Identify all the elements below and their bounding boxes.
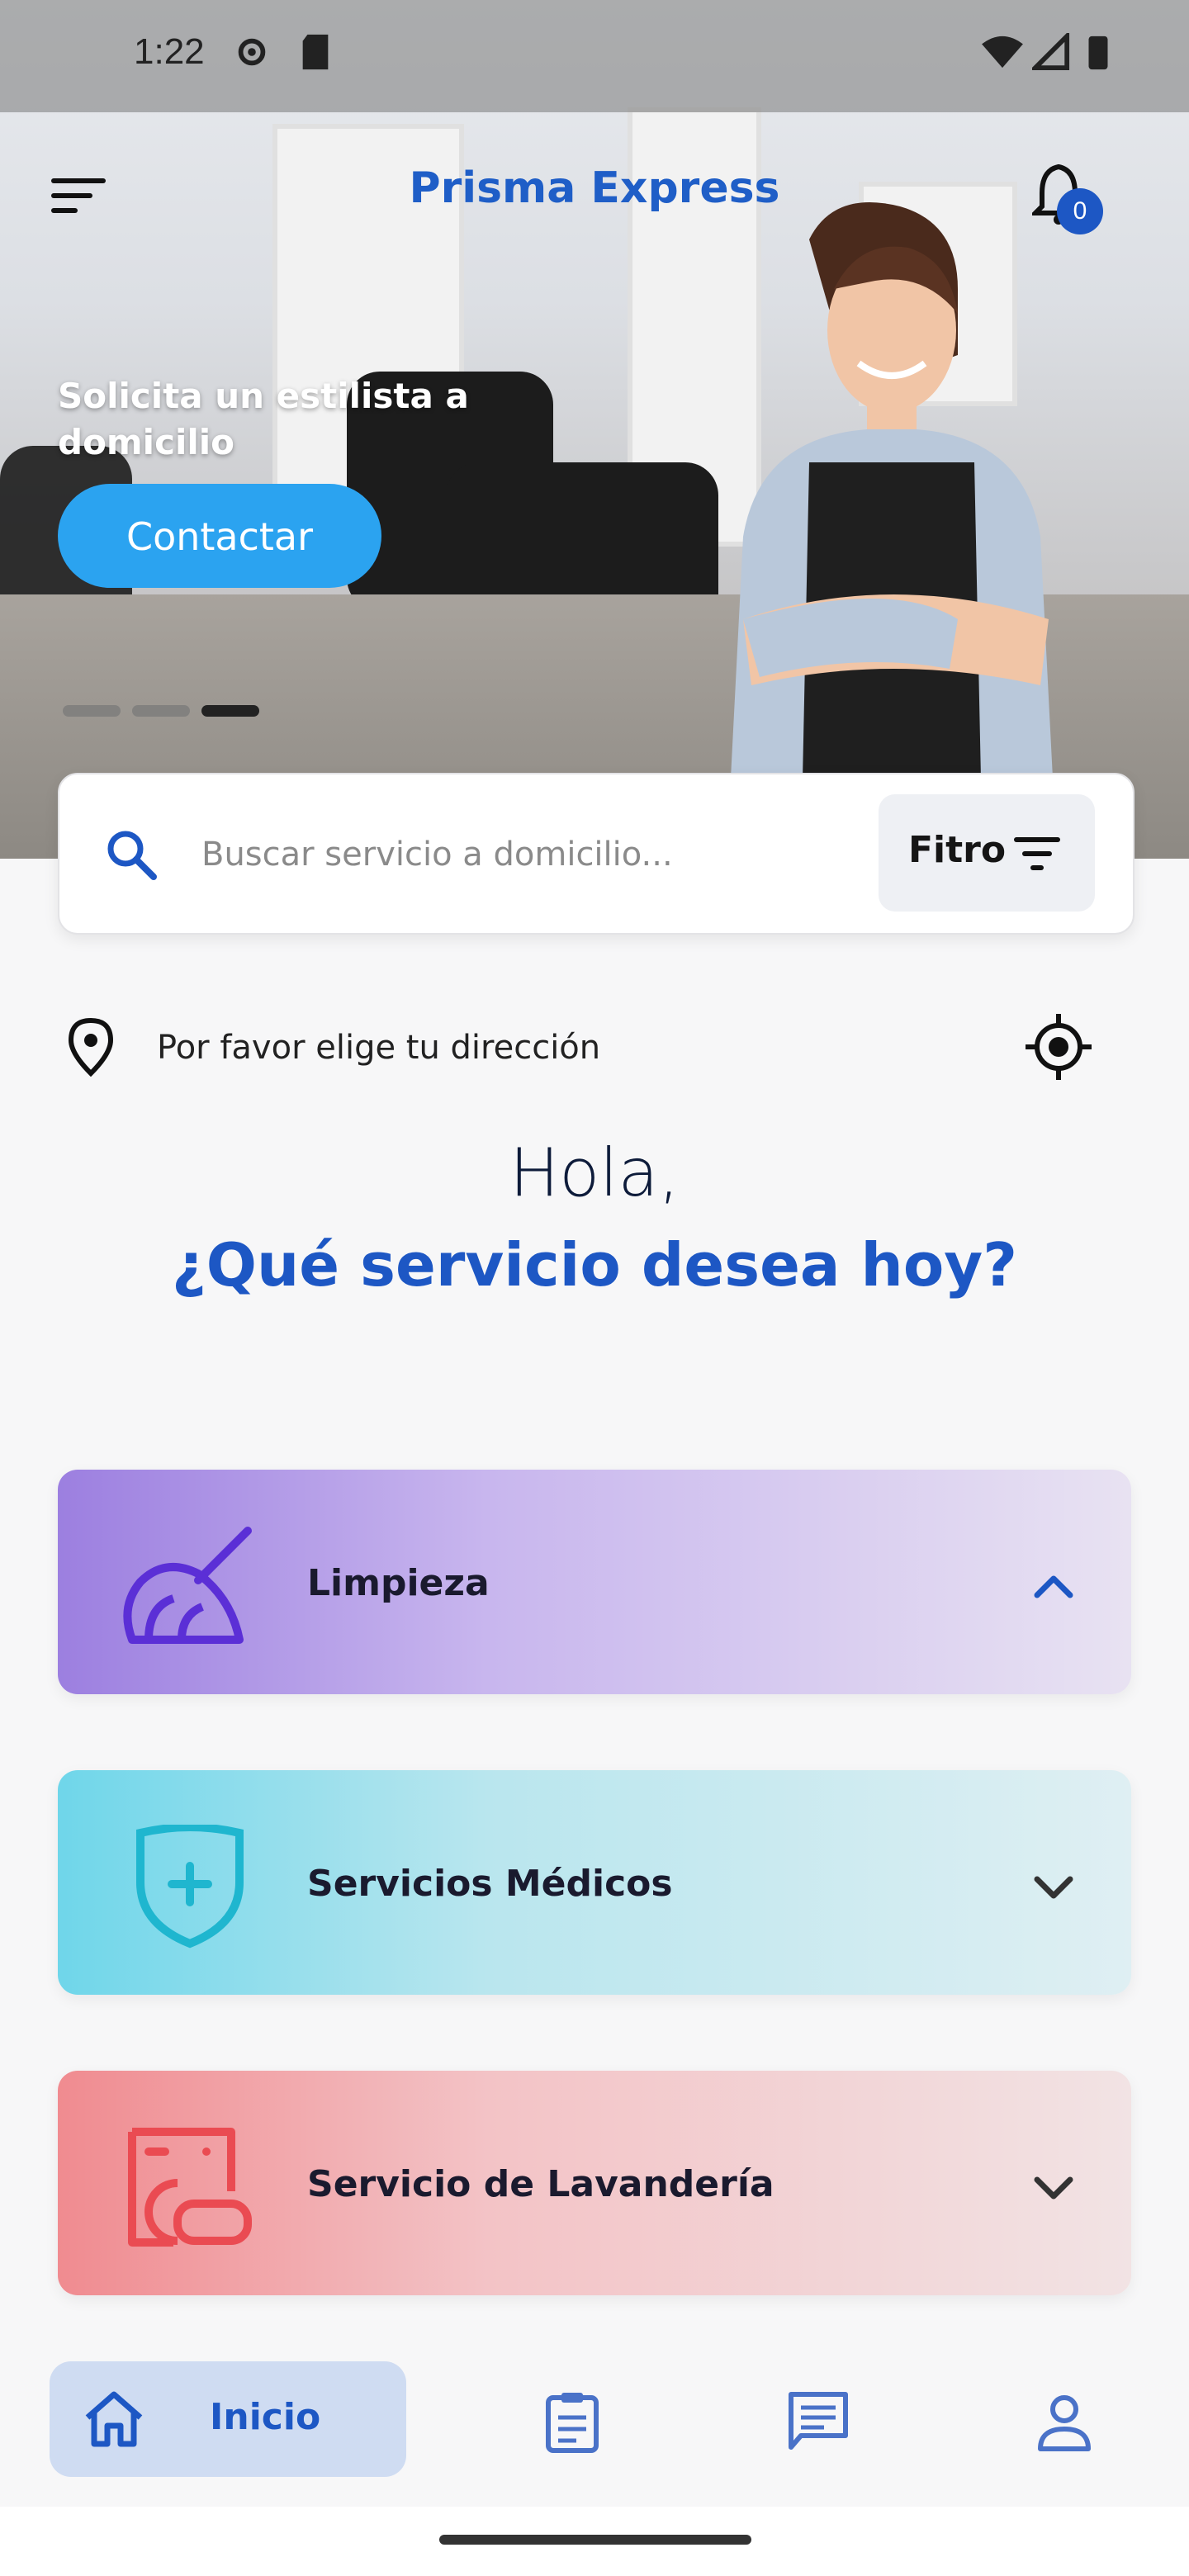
app-header: Prisma Express 0 bbox=[0, 112, 1189, 277]
bottom-navigation: Inicio bbox=[0, 2342, 1189, 2507]
service-label: Servicios Médicos bbox=[307, 1863, 673, 1905]
contact-button[interactable]: Contactar bbox=[58, 484, 381, 588]
carousel-dot-active[interactable] bbox=[201, 705, 259, 717]
clipboard-icon[interactable] bbox=[540, 2389, 604, 2454]
search-bar: Fitro bbox=[58, 773, 1135, 935]
service-label: Limpieza bbox=[307, 1562, 490, 1604]
home-icon bbox=[85, 2391, 143, 2447]
service-card-limpieza[interactable]: Limpieza bbox=[58, 1470, 1131, 1694]
home-indicator[interactable] bbox=[439, 2535, 751, 2545]
stylist-image bbox=[727, 202, 1057, 859]
nav-home-label: Inicio bbox=[210, 2396, 321, 2438]
wifi-icon bbox=[982, 36, 1023, 69]
greeting-question: ¿Qué servicio desea hoy? bbox=[172, 1230, 1017, 1300]
sd-card-icon bbox=[302, 34, 329, 70]
carousel-dot[interactable] bbox=[132, 705, 190, 717]
signal-icon bbox=[1032, 33, 1070, 71]
status-bar: 1:22 bbox=[0, 0, 1189, 112]
carousel-dot[interactable] bbox=[63, 705, 121, 717]
service-label: Servicio de Lavandería bbox=[307, 2163, 775, 2205]
service-card-lavanderia[interactable]: Servicio de Lavandería bbox=[58, 2071, 1131, 2295]
filter-icon bbox=[1014, 837, 1060, 870]
notification-badge: 0 bbox=[1057, 188, 1103, 234]
chevron-down-icon[interactable] bbox=[1030, 2170, 1077, 2203]
filter-label: Fitro bbox=[908, 829, 1007, 871]
profile-icon[interactable] bbox=[1032, 2389, 1097, 2454]
nav-item-home[interactable]: Inicio bbox=[50, 2361, 406, 2477]
chat-icon[interactable] bbox=[786, 2389, 850, 2454]
search-icon bbox=[107, 831, 157, 880]
status-time: 1:22 bbox=[134, 31, 205, 72]
broom-icon bbox=[123, 1527, 252, 1644]
battery-icon bbox=[1088, 36, 1108, 70]
address-selector[interactable]: Por favor elige tu dirección bbox=[58, 1006, 1131, 1088]
greeting-hello: Hola, bbox=[509, 1134, 680, 1211]
service-card-medicos[interactable]: Servicios Médicos bbox=[58, 1770, 1131, 1995]
address-text: Por favor elige tu dirección bbox=[157, 1029, 601, 1067]
washing-machine-icon bbox=[128, 2128, 252, 2247]
my-location-icon[interactable] bbox=[1024, 1012, 1093, 1082]
chevron-down-icon[interactable] bbox=[1030, 1869, 1077, 1902]
chevron-up-icon[interactable] bbox=[1030, 1569, 1077, 1602]
carousel-indicator bbox=[63, 705, 259, 717]
medical-shield-icon bbox=[136, 1825, 244, 1949]
location-pin-icon bbox=[68, 1017, 114, 1077]
filter-button[interactable]: Fitro bbox=[879, 794, 1095, 912]
banner-promo-text: Solicita un estilista a domicilio bbox=[58, 376, 469, 462]
settings-icon bbox=[238, 38, 266, 66]
search-input[interactable] bbox=[200, 821, 905, 888]
app-title: Prisma Express bbox=[409, 163, 780, 213]
